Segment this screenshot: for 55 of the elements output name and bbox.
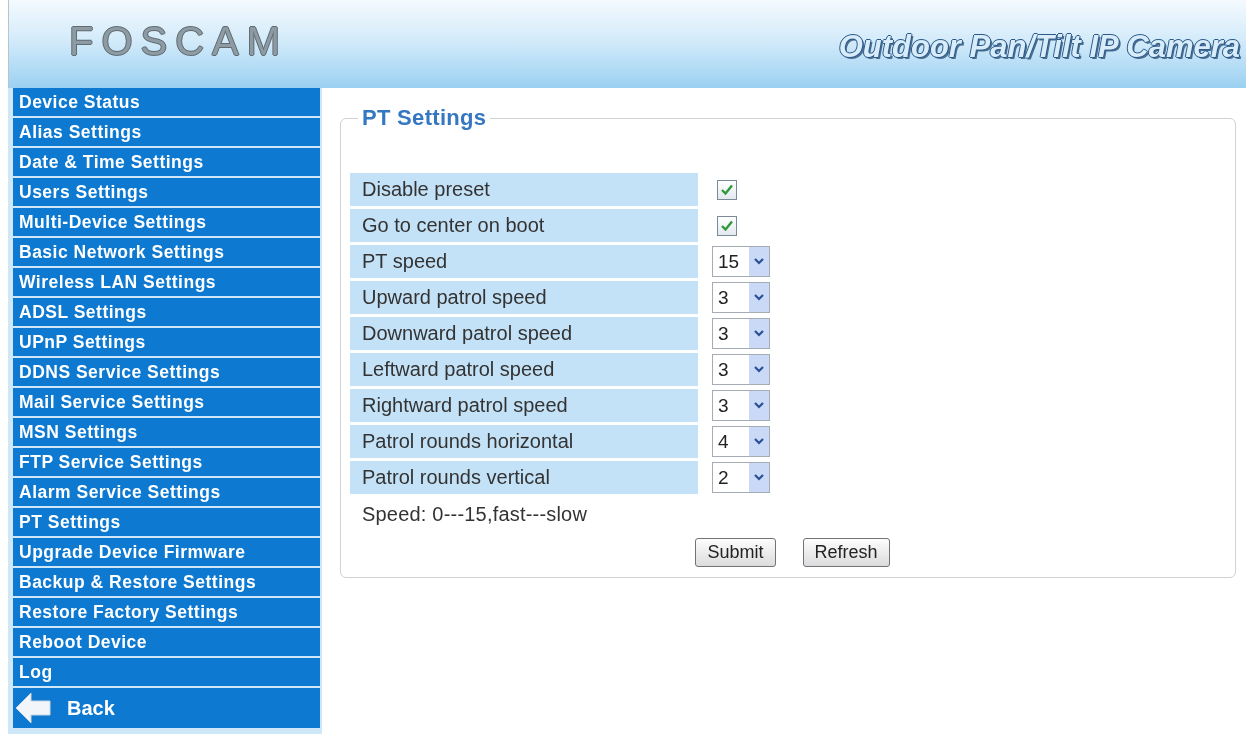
sidebar-item[interactable]: MSN Settings (13, 418, 320, 446)
sidebar-item[interactable]: Device Status (13, 88, 320, 116)
chevron-down-icon (749, 355, 769, 384)
sidebar-item[interactable]: Wireless LAN Settings (13, 268, 320, 296)
setting-label: Patrol rounds vertical (350, 461, 698, 494)
form-button[interactable]: Submit (695, 538, 776, 567)
setting-label: Rightward patrol speed (350, 389, 698, 422)
sidebar-item[interactable]: Mail Service Settings (13, 388, 320, 416)
back-button[interactable]: Back (13, 688, 320, 728)
setting-label: Upward patrol speed (350, 281, 698, 314)
speed-note: Speed: 0---15,fast---slow (361, 502, 588, 526)
sidebar-item[interactable]: Multi-Device Settings (13, 208, 320, 236)
sidebar-item[interactable]: Alarm Service Settings (13, 478, 320, 506)
left-arrow-icon (15, 692, 51, 724)
sidebar-item[interactable]: PT Settings (13, 508, 320, 536)
select-field[interactable]: 15 (712, 246, 770, 277)
sidebar-item[interactable]: Backup & Restore Settings (13, 568, 320, 596)
sidebar-item[interactable]: Upgrade Device Firmware (13, 538, 320, 566)
select-field[interactable]: 3 (712, 390, 770, 421)
select-field[interactable]: 4 (712, 426, 770, 457)
checkmark-icon (721, 184, 733, 195)
select-field[interactable]: 3 (712, 318, 770, 349)
select-field[interactable]: 3 (712, 282, 770, 313)
setting-label: PT speed (350, 245, 698, 278)
sidebar-item[interactable]: Users Settings (13, 178, 320, 206)
sidebar-item[interactable]: Date & Time Settings (13, 148, 320, 176)
setting-label: Go to center on boot (350, 209, 698, 242)
sidebar-item[interactable]: Restore Factory Settings (13, 598, 320, 626)
checkmark-icon (721, 220, 733, 231)
select-field[interactable]: 3 (712, 354, 770, 385)
chevron-down-icon (749, 247, 769, 276)
chevron-down-icon (749, 319, 769, 348)
checkbox[interactable] (717, 179, 737, 200)
sidebar-item[interactable]: FTP Service Settings (13, 448, 320, 476)
chevron-down-icon (749, 391, 769, 420)
sidebar-item[interactable]: UPnP Settings (13, 328, 320, 356)
chevron-down-icon (749, 427, 769, 456)
setting-label: Leftward patrol speed (350, 353, 698, 386)
sidebar-item[interactable]: Log (13, 658, 320, 686)
chevron-down-icon (749, 283, 769, 312)
banner-title: Outdoor Pan/Tilt IP Camera (838, 29, 1240, 65)
sidebar-item[interactable]: DDNS Service Settings (13, 358, 320, 386)
setting-label: Disable preset (350, 173, 698, 206)
logo: FOSCAM (69, 18, 289, 64)
form-button[interactable]: Refresh (802, 538, 890, 567)
sidebar-item[interactable]: Reboot Device (13, 628, 320, 656)
panel-title: PT Settings (361, 105, 488, 131)
sidebar-item[interactable]: Basic Network Settings (13, 238, 320, 266)
sidebar-item[interactable]: Alias Settings (13, 118, 320, 146)
setting-label: Downward patrol speed (350, 317, 698, 350)
chevron-down-icon (749, 463, 769, 492)
sidebar-item[interactable]: ADSL Settings (13, 298, 320, 326)
setting-label: Patrol rounds horizontal (350, 425, 698, 458)
checkbox[interactable] (717, 215, 737, 236)
select-field[interactable]: 2 (712, 462, 770, 493)
